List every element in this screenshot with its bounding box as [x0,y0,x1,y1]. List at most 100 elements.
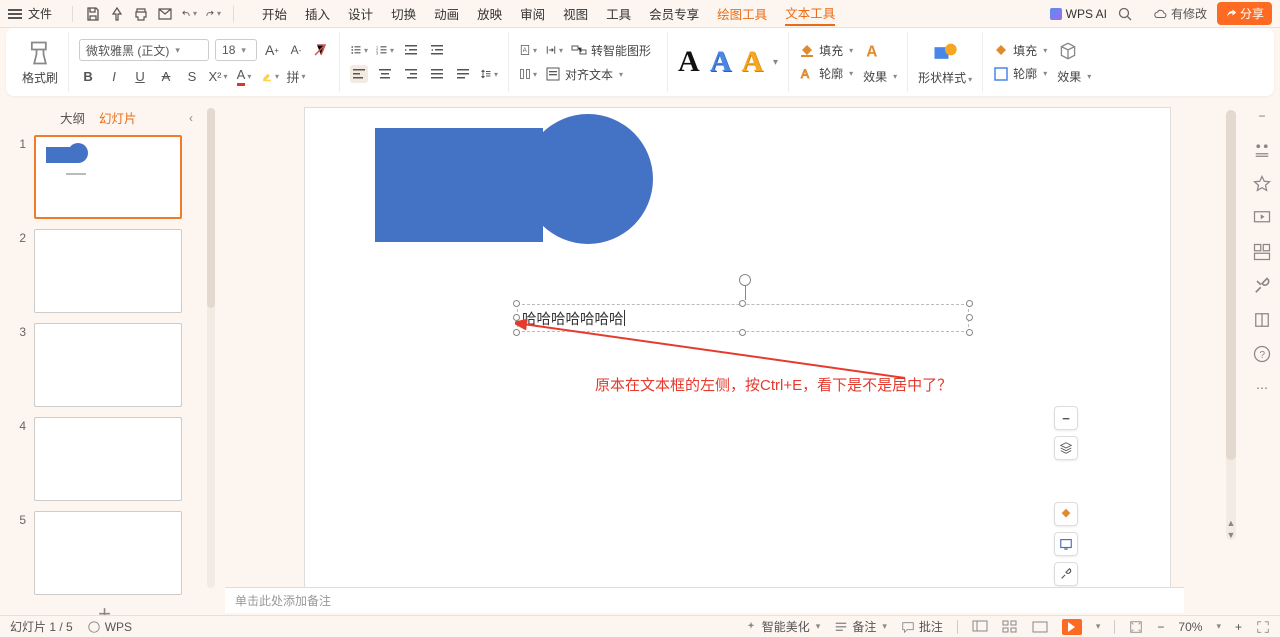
rail-tools-icon[interactable] [1252,276,1272,296]
resize-handle[interactable] [739,300,746,307]
slide-thumbnail-1[interactable] [34,135,182,219]
shape-fill-button[interactable]: 填充 [993,42,1047,59]
notes-bar[interactable]: 单击此处添加备注 [225,587,1184,613]
resize-handle[interactable] [513,329,520,336]
wordart-style-3[interactable]: A [741,45,763,79]
comments-button[interactable]: 批注 [901,618,943,635]
resize-handle[interactable] [966,300,973,307]
slide-thumbnail-5[interactable] [34,511,182,595]
search-icon[interactable] [1117,6,1133,22]
save-icon[interactable] [85,6,101,22]
increase-indent-button[interactable] [428,41,446,59]
font-size-select[interactable]: 18▾ [215,39,257,61]
tab-animation[interactable]: 动画 [434,2,459,25]
redo-button[interactable] [205,6,221,22]
line-spacing-button[interactable] [480,65,498,83]
highlight-button[interactable] [261,67,279,85]
notes-button[interactable]: 备注▾ [834,618,887,635]
italic-button[interactable]: I [105,67,123,85]
tab-design[interactable]: 设计 [348,2,373,25]
resize-handle[interactable] [739,329,746,336]
share-button[interactable]: 分享 [1217,2,1272,25]
number-list-button[interactable]: 123 [376,41,394,59]
float-fill-button[interactable] [1054,502,1078,526]
collapse-panel-button[interactable]: ‹ [189,111,193,125]
slide-thumbnail-2[interactable] [34,229,182,313]
resize-handle[interactable] [513,314,520,321]
tab-review[interactable]: 审阅 [520,2,545,25]
smart-shape-button[interactable]: 转智能图形 [571,42,657,59]
shape-style-button[interactable]: 形状样式 [918,39,972,86]
float-tools-button[interactable] [1054,562,1078,586]
wordart-more-button[interactable]: ▾ [773,57,778,68]
increase-font-button[interactable]: A+ [263,41,281,59]
wps-ai-button[interactable]: WPS AI [1050,7,1107,21]
rail-more-icon[interactable]: ⋯ [1252,378,1272,398]
tab-text-tools[interactable]: 文本工具 [785,1,835,26]
rail-book-icon[interactable] [1252,310,1272,330]
font-color-button[interactable]: A [235,67,253,85]
outline-tab[interactable]: 大纲 [60,108,85,127]
font-name-select[interactable]: 微软雅黑 (正文)▾ [79,39,209,61]
tab-drawing-tools[interactable]: 绘图工具 [717,2,767,25]
rail-template-icon[interactable] [1252,242,1272,262]
fit-button[interactable] [1129,620,1143,634]
pinyin-button[interactable]: 拼 [287,67,305,85]
vertical-align-button[interactable] [545,41,563,59]
zoom-in-button[interactable]: + [1235,620,1242,634]
textbox[interactable]: 哈哈哈哈哈哈哈 [517,304,969,332]
shadow-button[interactable]: S [183,67,201,85]
vertical-scrollbar[interactable]: ▲ ▼ [1226,110,1236,540]
columns-button[interactable] [519,65,537,83]
tab-tools[interactable]: 工具 [606,2,631,25]
rail-present-icon[interactable] [1252,208,1272,228]
underline-button[interactable]: U [131,67,149,85]
resize-handle[interactable] [513,300,520,307]
menu-icon[interactable] [8,9,22,19]
tab-start[interactable]: 开始 [262,2,287,25]
tab-view[interactable]: 视图 [563,2,588,25]
clear-format-button[interactable] [311,41,329,59]
shape-rectangle[interactable] [375,128,543,242]
shape-outline-button[interactable]: 轮廓 [993,65,1047,82]
tab-slideshow[interactable]: 放映 [477,2,502,25]
view-normal-button[interactable] [972,620,988,634]
wordart-style-2[interactable]: A [710,45,732,79]
text-outline-button[interactable]: A轮廓 [799,65,853,82]
shape-effect-button[interactable]: 效果 [1057,68,1091,85]
text-direction-button[interactable]: A [519,41,537,59]
zoom-caret[interactable]: ▾ [1216,621,1221,632]
bold-button[interactable]: B [79,67,97,85]
align-text-button[interactable]: 对齐文本 [545,66,623,83]
slideshow-button[interactable] [1062,619,1082,635]
text-effect-button[interactable]: 效果 [863,68,897,85]
align-dist-button[interactable] [454,65,472,83]
shape-circle[interactable] [523,114,653,244]
tab-member[interactable]: 会员专享 [649,2,699,25]
print2-icon[interactable] [133,6,149,22]
float-screen-button[interactable] [1054,532,1078,556]
wps-status[interactable]: WPS [87,620,132,634]
float-layers-button[interactable] [1054,436,1078,460]
fullscreen-button[interactable] [1256,620,1270,634]
slide-thumbnail-3[interactable] [34,323,182,407]
align-justify-button[interactable] [428,65,446,83]
wordart-style-1[interactable]: A [678,45,700,79]
rail-settings-icon[interactable] [1252,140,1272,160]
decrease-font-button[interactable]: A- [287,41,305,59]
beautify-button[interactable]: 智能美化▾ [744,618,821,635]
rail-star-icon[interactable] [1252,174,1272,194]
tab-insert[interactable]: 插入 [305,2,330,25]
textbox-selection[interactable]: 哈哈哈哈哈哈哈 [517,304,969,332]
zoom-out-button[interactable]: − [1157,620,1164,634]
format-brush-button[interactable]: 格式刷 [22,39,58,86]
rail-help-icon[interactable]: ? [1252,344,1272,364]
resize-handle[interactable] [966,314,973,321]
superscript-button[interactable]: X² [209,67,227,85]
view-reading-button[interactable] [1032,620,1048,634]
zoom-level[interactable]: 70% [1178,620,1202,634]
file-menu[interactable]: 文件 [28,5,52,22]
align-right-button[interactable] [402,65,420,83]
float-collapse-button[interactable]: − [1054,406,1078,430]
tab-transition[interactable]: 切换 [391,2,416,25]
